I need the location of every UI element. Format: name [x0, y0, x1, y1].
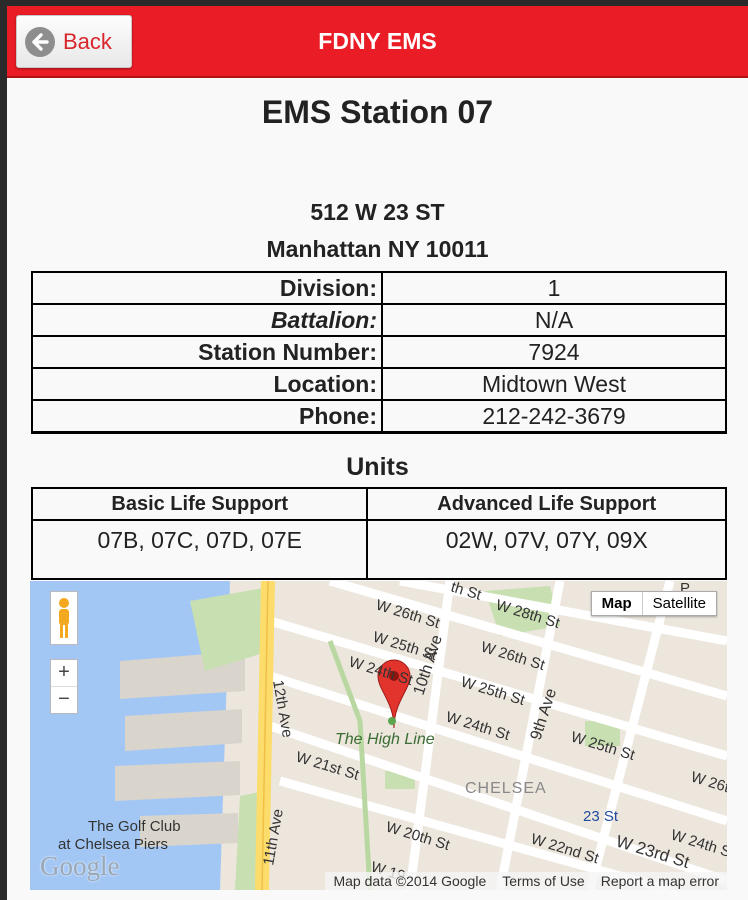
map-data-credit: Map data ©2014 Google [333, 873, 487, 889]
map-canvas: W 26th St th St W 28th St W 25th St W 26… [30, 581, 727, 890]
units-heading: Units [346, 453, 409, 481]
app-screen: Back FDNY EMS EMS Station 07 512 W 23 ST… [7, 6, 748, 900]
units-table: Basic Life Support Advanced Life Support… [30, 487, 727, 580]
table-row: Location: Midtown West [31, 367, 727, 401]
table-row: Station Number: 7924 [31, 335, 727, 369]
division-value: 1 [381, 271, 727, 305]
station-title: EMS Station 07 [261, 94, 494, 130]
zoom-out-button[interactable]: − [51, 687, 77, 713]
terms-link[interactable]: Terms of Use [494, 872, 592, 890]
battalion-value: N/A [381, 303, 727, 337]
back-button-label: Back [63, 28, 112, 54]
battalion-label: Battalion: [31, 303, 383, 337]
phone-value[interactable]: 212-242-3679 [381, 399, 727, 434]
station-map[interactable]: W 26th St th St W 28th St W 25th St W 26… [30, 581, 727, 890]
map-type-map-button[interactable]: Map [592, 592, 643, 615]
address-line-1: 512 W 23 ST [310, 199, 445, 225]
table-header-row: Basic Life Support Advanced Life Support [30, 487, 727, 521]
location-value: Midtown West [381, 367, 727, 401]
svg-text:The High Line: The High Line [335, 731, 435, 748]
map-attribution: Map data ©2014 Google Terms of Use Repor… [325, 872, 727, 890]
svg-text:th St: th St [449, 581, 484, 604]
map-type-satellite-button[interactable]: Satellite [643, 592, 716, 615]
location-label: Location: [31, 367, 383, 401]
station-number-label: Station Number: [31, 335, 383, 369]
als-units: 02W, 07V, 07Y, 09X [366, 519, 727, 580]
back-button[interactable]: Back [16, 15, 132, 68]
svg-text:23 St: 23 St [583, 808, 619, 825]
device-frame: Back FDNY EMS EMS Station 07 512 W 23 ST… [0, 0, 748, 900]
zoom-in-button[interactable]: + [51, 660, 77, 687]
svg-text:CHELSEA: CHELSEA [465, 780, 547, 797]
station-info-table: Division: 1 Battalion: N/A Station Numbe… [31, 271, 727, 434]
bls-header: Basic Life Support [30, 487, 369, 521]
phone-label: Phone: [31, 399, 383, 434]
station-number-value: 7924 [381, 335, 727, 369]
table-row: Division: 1 [31, 271, 727, 305]
report-error-link[interactable]: Report a map error [593, 872, 727, 890]
als-header: Advanced Life Support [366, 487, 727, 521]
top-bar: Back FDNY EMS [7, 6, 748, 78]
zoom-control: + − [50, 659, 78, 714]
division-label: Division: [31, 271, 383, 305]
table-row: Phone: 212-242-3679 [31, 399, 727, 434]
table-row: 07B, 07C, 07D, 07E 02W, 07V, 07Y, 09X [30, 519, 727, 580]
svg-text:W 25th St: W 25th St [459, 674, 528, 710]
back-arrow-icon [25, 26, 55, 57]
map-type-control: Map Satellite [590, 591, 717, 616]
table-row: Battalion: N/A [31, 303, 727, 337]
address-line-2: Manhattan NY 10011 [266, 236, 489, 262]
street-view-pegman-icon[interactable] [50, 591, 78, 645]
svg-text:W 26th: W 26th [689, 769, 727, 799]
svg-text:The Golf Club: The Golf Club [88, 818, 181, 835]
bls-units: 07B, 07C, 07D, 07E [30, 519, 369, 580]
google-logo[interactable]: Google [40, 851, 119, 882]
